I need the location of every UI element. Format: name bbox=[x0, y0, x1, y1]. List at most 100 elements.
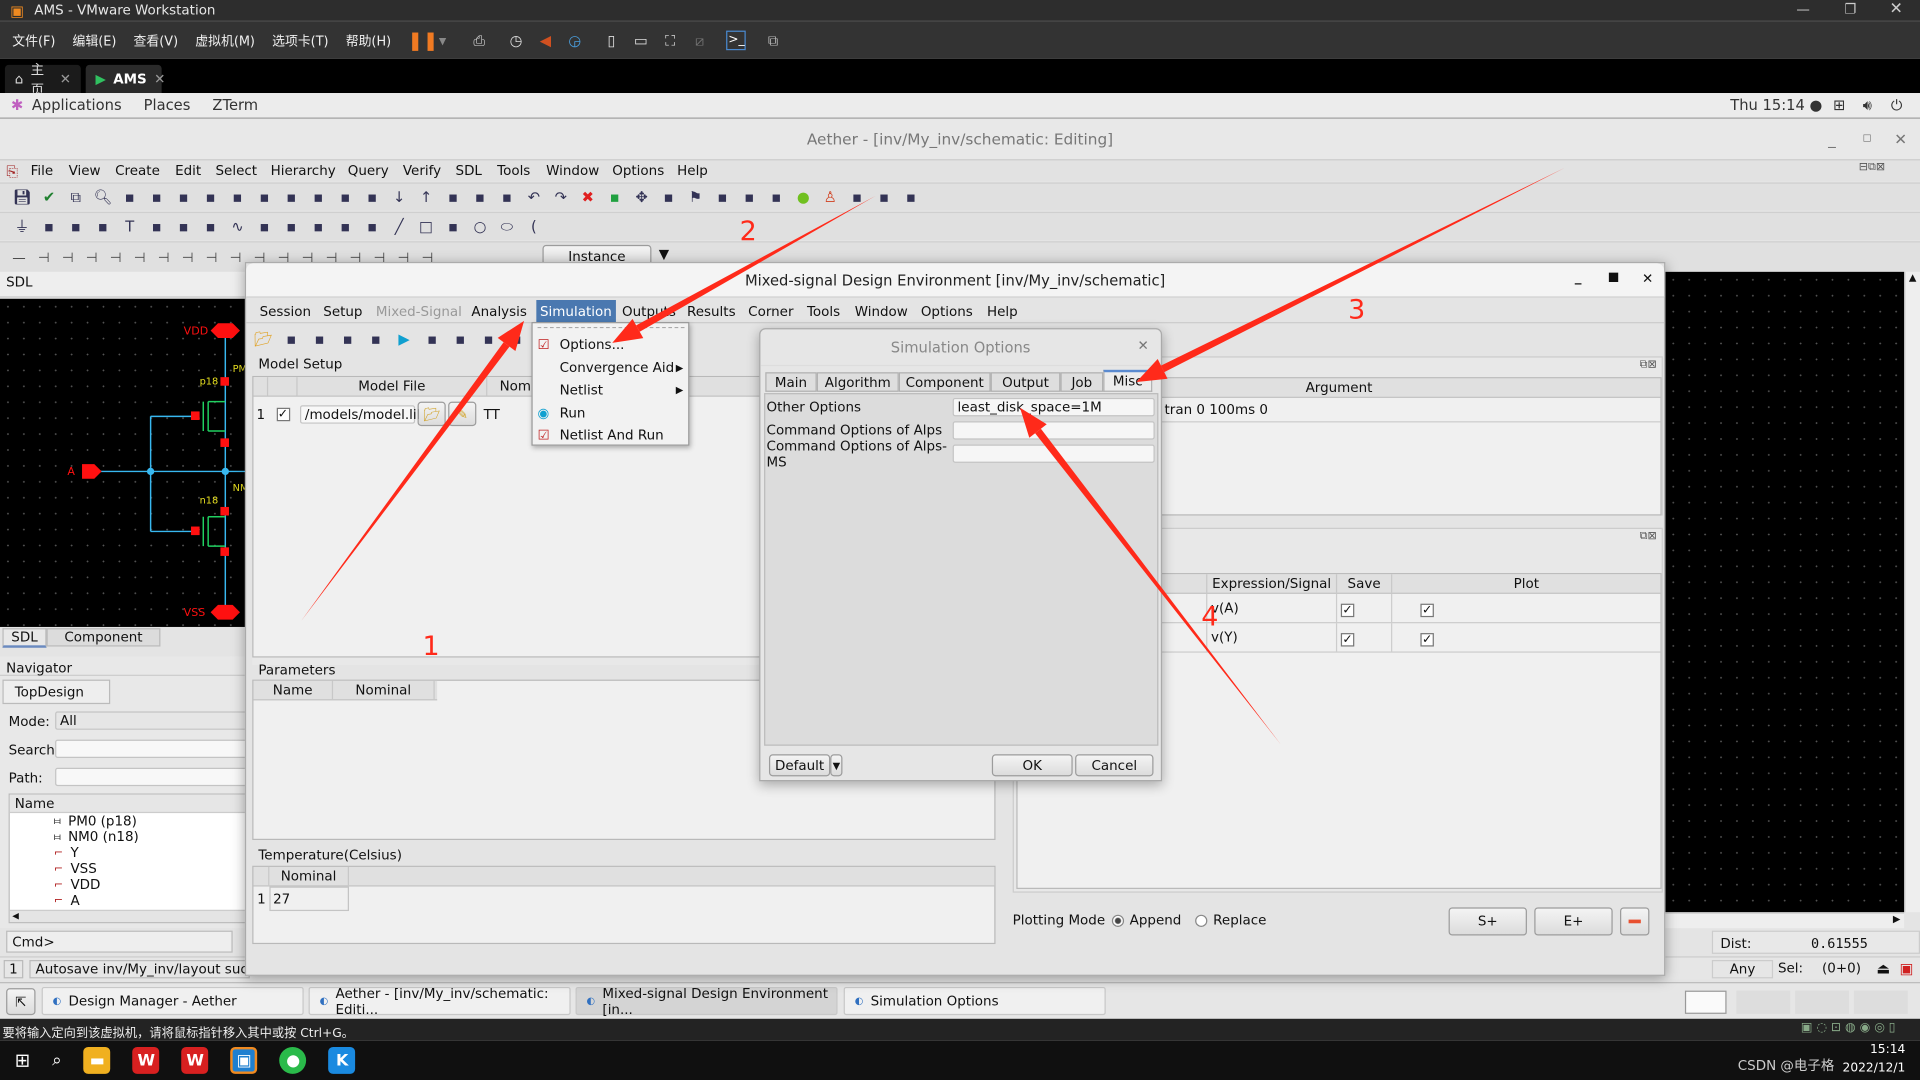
vmware-menu-item[interactable]: 帮助(H) bbox=[346, 31, 391, 49]
power-icon[interactable]: ⏻ bbox=[1887, 96, 1907, 116]
waveform-icon[interactable]: ▪ bbox=[422, 329, 442, 349]
sidebar-icon[interactable]: ▯ bbox=[602, 31, 622, 51]
unity-icon[interactable]: ⧄ bbox=[690, 31, 710, 51]
arc-icon[interactable]: ( bbox=[524, 217, 544, 237]
tab-component[interactable]: Component bbox=[898, 372, 991, 392]
menu-item-netlist[interactable]: Netlist ▶ bbox=[533, 378, 690, 401]
close-icon[interactable]: ✕ bbox=[1894, 119, 1907, 159]
plot-checkbox[interactable]: ✓ bbox=[1420, 603, 1434, 618]
model-enable-checkbox[interactable]: ✓ bbox=[276, 407, 290, 421]
tree-item[interactable]: ⌐ VDD bbox=[10, 877, 252, 893]
gear-icon[interactable]: ▪ bbox=[847, 187, 867, 207]
horizontal-scrollbar[interactable]: ◀ bbox=[9, 909, 253, 923]
menu-item-options[interactable]: ☑ Options... bbox=[533, 333, 690, 356]
search-input[interactable] bbox=[55, 739, 252, 758]
menu-setup[interactable]: Setup bbox=[323, 304, 362, 320]
show-desktop-icon[interactable]: ⇱ bbox=[6, 988, 36, 1016]
default-button[interactable]: Default bbox=[768, 754, 831, 777]
diode-icon[interactable]: ▪ bbox=[309, 217, 329, 237]
move-icon[interactable]: ✥ bbox=[632, 187, 652, 207]
maximize-icon[interactable]: ■ bbox=[1608, 271, 1620, 284]
menu-tools[interactable]: Tools bbox=[497, 163, 530, 179]
vmware-menu-item[interactable]: 选项卡(T) bbox=[272, 31, 328, 49]
res-icon[interactable]: ∿ bbox=[228, 217, 248, 237]
wps-office-icon[interactable]: W bbox=[181, 1046, 209, 1074]
ground2-icon[interactable]: ▪ bbox=[39, 217, 59, 237]
browse-file-icon[interactable]: 📂︎ bbox=[417, 401, 446, 427]
off-toggle-icon[interactable]: ▣ bbox=[1897, 959, 1917, 979]
menu-query[interactable]: Query bbox=[348, 163, 389, 179]
edit-file-icon[interactable]: ✎ bbox=[448, 401, 477, 427]
file-explorer-icon[interactable]: ▬ bbox=[83, 1046, 111, 1074]
menu-verify[interactable]: Verify bbox=[403, 163, 441, 179]
vmware-icon[interactable]: ▣ bbox=[230, 1046, 258, 1074]
menu-outputs[interactable]: Outputs bbox=[622, 304, 676, 320]
network-icon[interactable]: ⊞ bbox=[1829, 96, 1849, 116]
workspace-3[interactable] bbox=[1795, 990, 1849, 1014]
table-icon[interactable]: ▪ bbox=[479, 329, 499, 349]
bulb-icon[interactable]: ● bbox=[793, 187, 813, 207]
pwr-icon[interactable]: ▪ bbox=[201, 217, 221, 237]
calendar-icon[interactable]: ▪ bbox=[713, 187, 733, 207]
horizontal-scrollbar[interactable]: ▶ bbox=[1665, 912, 1905, 929]
menu-options[interactable]: Options bbox=[921, 304, 973, 320]
workspace-4[interactable] bbox=[1853, 990, 1908, 1014]
grid-icon[interactable]: ▪ bbox=[507, 329, 527, 349]
option-input[interactable]: least_disk_space=1M bbox=[952, 397, 1155, 417]
pin-icon[interactable]: ▪ bbox=[201, 187, 221, 207]
model-file-input[interactable]: /models/model.lib bbox=[300, 404, 425, 424]
menu-view[interactable]: View bbox=[69, 163, 101, 179]
instance-dropdown-icon[interactable]: ▼ bbox=[659, 246, 669, 262]
cap-icon[interactable]: ▪ bbox=[255, 217, 275, 237]
panel-float-close-icon[interactable]: ⧉⊠ bbox=[1640, 530, 1657, 542]
net-icon[interactable]: ▪ bbox=[309, 187, 329, 207]
menu-item-netlist-and-run[interactable]: ☑ Netlist And Run bbox=[533, 424, 690, 447]
zoom-icon[interactable]: 🔍︎ bbox=[93, 187, 113, 207]
tearoff-line[interactable] bbox=[537, 326, 685, 329]
path-icon[interactable]: ▪ bbox=[443, 217, 463, 237]
save-icon[interactable]: 💾︎ bbox=[12, 187, 32, 207]
run-icon[interactable]: ▶ bbox=[394, 329, 414, 349]
pin-circle-icon[interactable]: ▪ bbox=[174, 217, 194, 237]
panel-float-close-icon[interactable]: ⧉⊠ bbox=[1640, 359, 1657, 371]
arrow-up-icon[interactable]: ▪ bbox=[147, 217, 167, 237]
snapshot-icon[interactable]: ◷ bbox=[506, 31, 526, 51]
vmware-menu-item[interactable]: 查看(V) bbox=[134, 31, 179, 49]
menu-options[interactable]: Options bbox=[612, 163, 664, 179]
remove-button[interactable] bbox=[1620, 907, 1650, 936]
menu-simulation[interactable]: Simulation bbox=[536, 300, 616, 324]
rect-icon[interactable]: □ bbox=[416, 217, 436, 237]
bus-icon[interactable]: ▪ bbox=[362, 217, 382, 237]
window-icon[interactable]: ▪ bbox=[497, 187, 517, 207]
tree-item[interactable]: ⧦ PM0 (p18) bbox=[10, 813, 252, 829]
monitor-add-icon[interactable]: ▪ bbox=[338, 329, 358, 349]
chassis-icon[interactable]: ▪ bbox=[93, 217, 113, 237]
menu-analysis[interactable]: Analysis bbox=[471, 304, 527, 320]
menu-file[interactable]: File bbox=[31, 163, 54, 179]
menu-help[interactable]: Help bbox=[677, 163, 708, 179]
line-icon[interactable]: ╱ bbox=[389, 217, 409, 237]
kugou-icon[interactable]: K bbox=[328, 1046, 356, 1074]
tab-misc[interactable]: Misc bbox=[1103, 369, 1153, 392]
taskbar-item[interactable]: ◐ Aether - [inv/My_inv/schematic: Editi..… bbox=[308, 985, 571, 1017]
save-checkbox[interactable]: ✓ bbox=[1340, 633, 1355, 647]
windows-start-icon[interactable]: ⊞ bbox=[15, 1049, 30, 1071]
tab-algorithm[interactable]: Algorithm bbox=[816, 372, 899, 392]
menu-item-convergence-aid[interactable]: Convergence Aid ▶ bbox=[533, 356, 690, 379]
menu-tools[interactable]: Tools bbox=[807, 304, 840, 320]
taskbar-item[interactable]: ◐ Mixed-signal Design Environment [in... bbox=[575, 985, 838, 1017]
delete-icon[interactable]: ✖ bbox=[578, 187, 598, 207]
instance-icon[interactable]: ▪ bbox=[255, 187, 275, 207]
option-input[interactable] bbox=[952, 421, 1155, 440]
vmware-menu-item[interactable]: 虚拟机(M) bbox=[195, 31, 255, 49]
minimize-icon[interactable]: — bbox=[1796, 1, 1809, 17]
tab-ams[interactable]: ▶ AMS ✕ bbox=[85, 64, 165, 94]
tree-item[interactable]: ⌐ VSS bbox=[10, 861, 252, 877]
flag-icon[interactable]: ⚑ bbox=[686, 187, 706, 207]
check-save-icon[interactable]: ▪ bbox=[767, 187, 787, 207]
save-check-icon[interactable]: ✔ bbox=[39, 187, 59, 207]
connect-icon[interactable]: ▪ bbox=[443, 187, 463, 207]
send-keys-icon[interactable]: ⎙ bbox=[470, 31, 490, 51]
vdd-icon[interactable]: T bbox=[120, 217, 140, 237]
taskbar-item[interactable]: ◐ Simulation Options bbox=[843, 986, 1106, 1016]
